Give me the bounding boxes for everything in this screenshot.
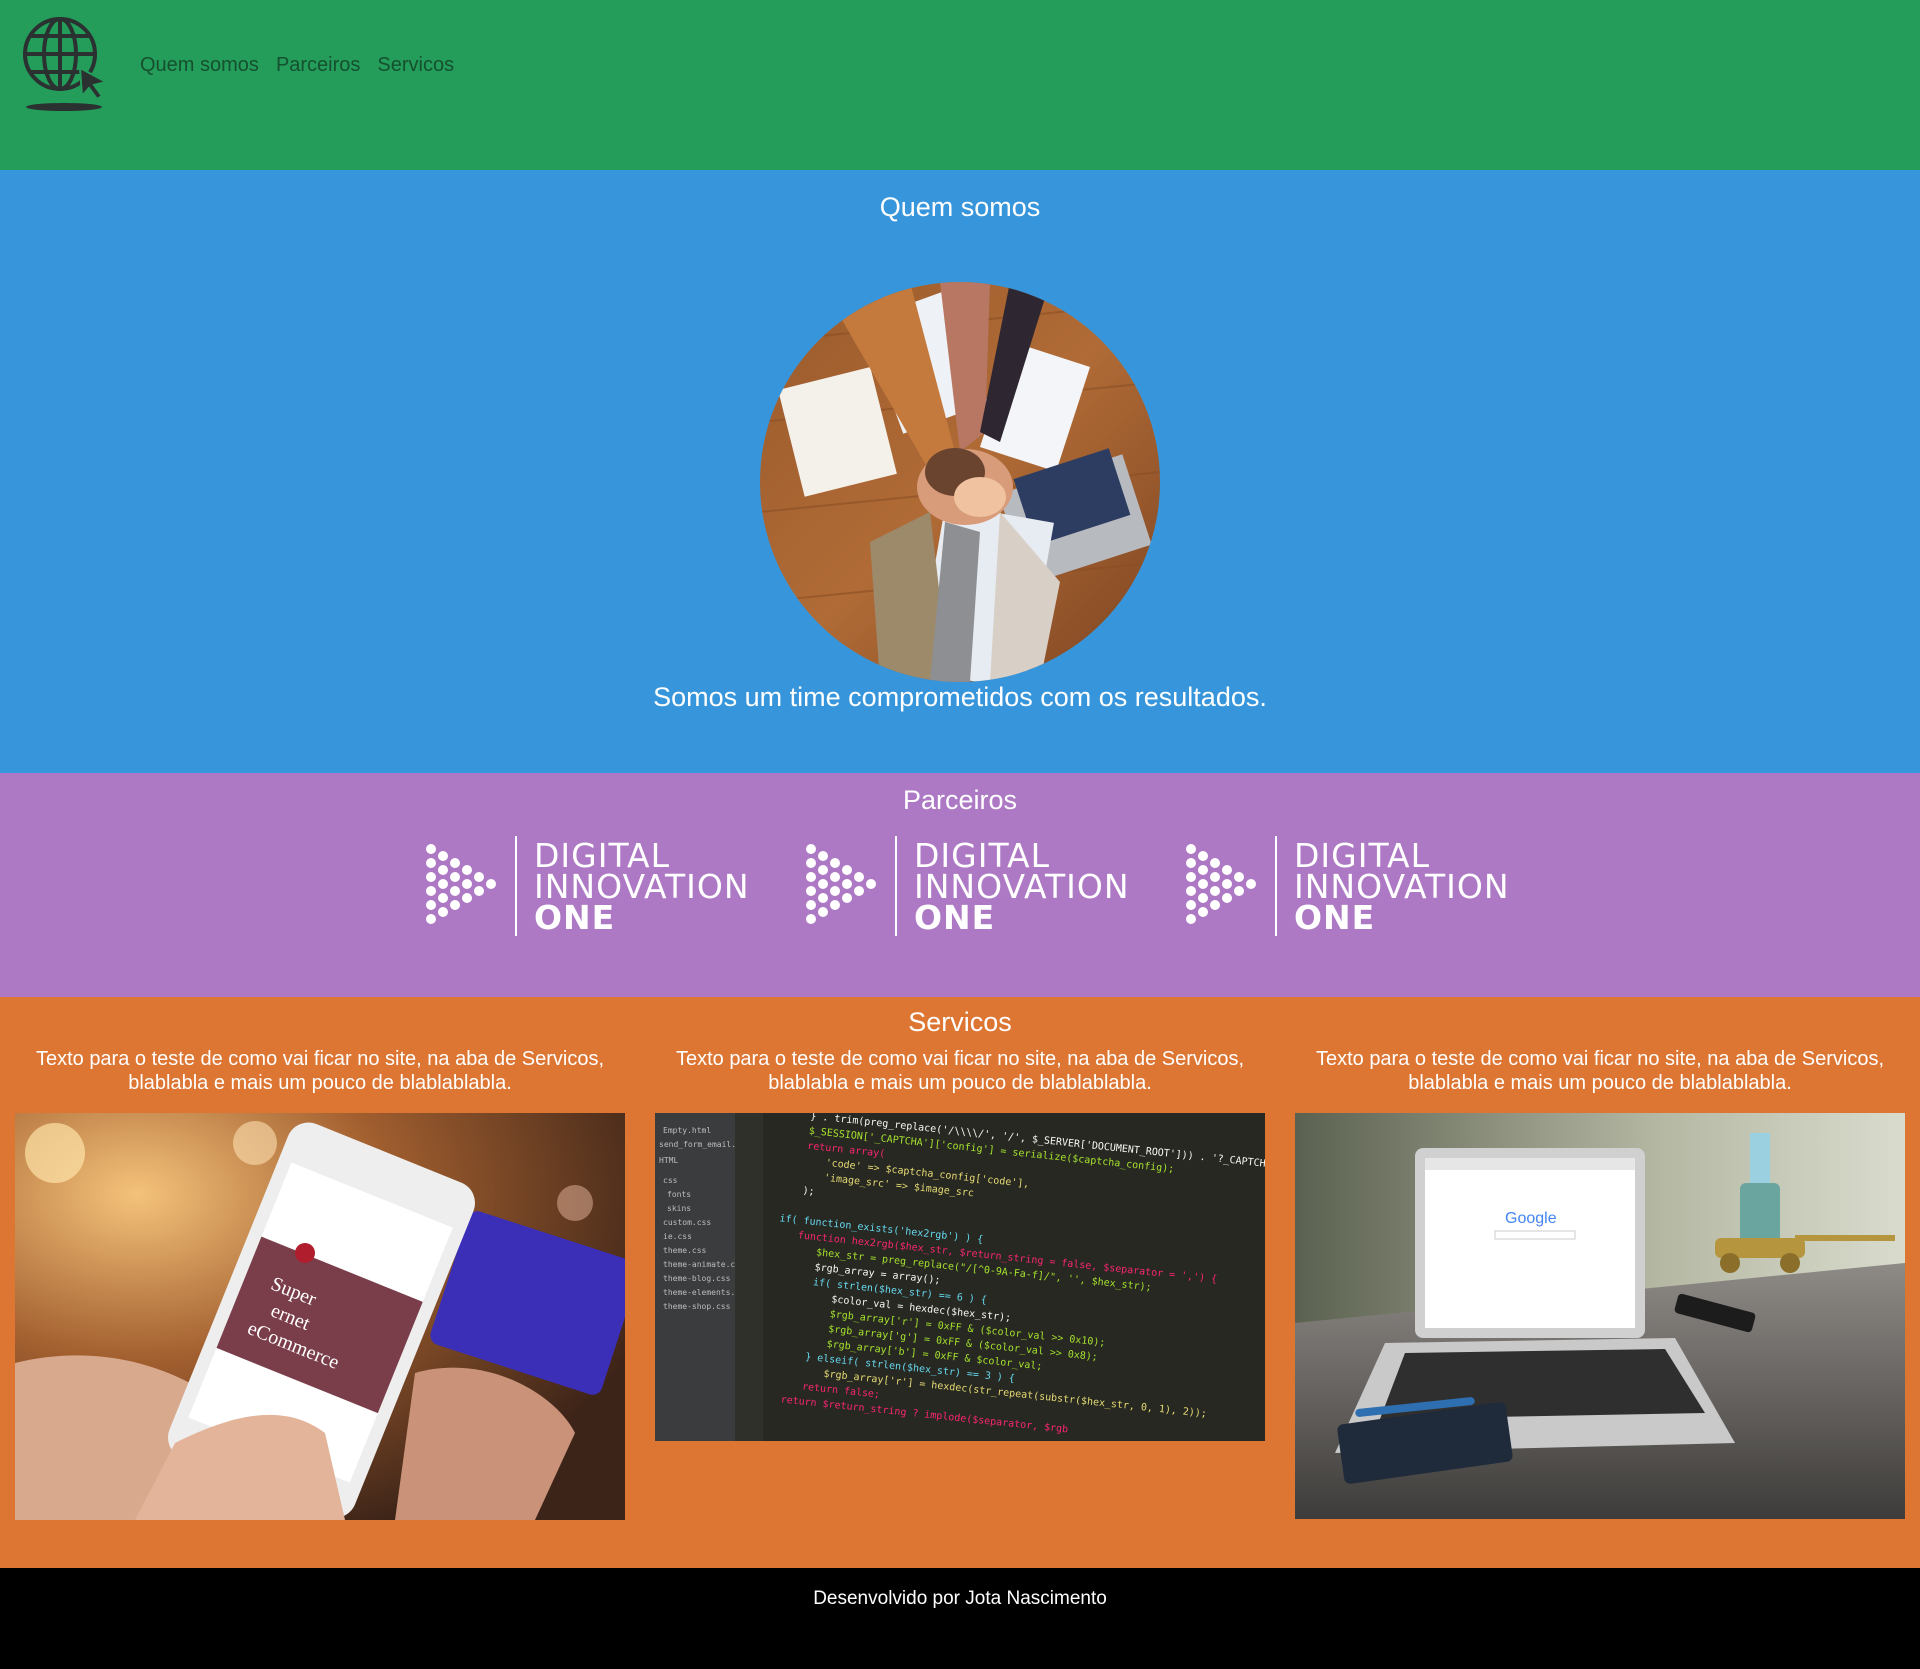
servico-card: Texto para o teste de como vai ficar no … xyxy=(1295,1047,1905,1519)
svg-text:theme-animate.css: theme-animate.css xyxy=(663,1260,745,1269)
servico-text: Texto para o teste de como vai ficar no … xyxy=(675,1048,1245,1094)
svg-text:theme-shop.css: theme-shop.css xyxy=(663,1302,731,1311)
footer-credit: Desenvolvido por Jota Nascimento xyxy=(813,1588,1107,1609)
play-dots-icon xyxy=(1186,844,1256,924)
play-dots-icon xyxy=(426,844,496,924)
quem-somos-title: Quem somos xyxy=(879,192,1041,222)
laptop-desk-photo: Google xyxy=(1295,1113,1905,1519)
servico-text: Texto para o teste de como vai ficar no … xyxy=(1315,1048,1885,1094)
svg-text:theme-blog.css: theme-blog.css xyxy=(663,1274,731,1283)
servico-card: Texto para o teste de como vai ficar no … xyxy=(655,1047,1265,1441)
parceiros-title: Parceiros xyxy=(902,785,1018,815)
svg-text:HTML: HTML xyxy=(659,1156,678,1165)
svg-text:skins: skins xyxy=(667,1204,691,1213)
partner-logo-line3: ONE xyxy=(1294,898,1376,937)
partner-logo[interactable]: DIGITAL INNOVATION ONE xyxy=(1185,836,1509,940)
quem-somos-tagline: Somos um time comprometidos com os resul… xyxy=(653,682,1267,712)
svg-text:custom.css: custom.css xyxy=(663,1218,711,1227)
partner-logo[interactable]: DIGITAL INNOVATION ONE xyxy=(805,836,1129,940)
main-nav: Quem somos Parceiros Servicos xyxy=(140,53,454,77)
globe-cursor-icon[interactable] xyxy=(22,16,110,112)
svg-text:Google: Google xyxy=(1505,1210,1557,1227)
svg-text:);: ); xyxy=(802,1186,815,1198)
parceiros-section: Parceiros DIGITAL INNOVATION ONE DIGITAL… xyxy=(0,773,1920,997)
nav-link-servicos[interactable]: Servicos xyxy=(377,53,454,77)
play-dots-icon xyxy=(806,844,876,924)
svg-text:Empty.html: Empty.html xyxy=(663,1126,711,1135)
team-hands-photo xyxy=(760,282,1160,682)
site-footer: Desenvolvido por Jota Nascimento xyxy=(0,1568,1920,1669)
servicos-title: Servicos xyxy=(908,1007,1012,1037)
quem-somos-section: Quem somos Somos um time comprometidos c… xyxy=(0,170,1920,773)
partner-logo[interactable]: DIGITAL INNOVATION ONE xyxy=(425,836,749,940)
code-editor-photo: Empty.html send_form_email.php HTML css … xyxy=(655,1113,1265,1441)
nav-link-parceiros[interactable]: Parceiros xyxy=(276,53,360,77)
servicos-section: Servicos Texto para o teste de como vai … xyxy=(0,997,1920,1568)
nav-link-quem-somos[interactable]: Quem somos xyxy=(140,53,259,77)
partner-logo-line3: ONE xyxy=(914,898,996,937)
svg-text:theme.css: theme.css xyxy=(663,1246,707,1255)
smartphone-ecommerce-photo: Super ernet eCommerce xyxy=(15,1113,625,1520)
partner-logo-line3: ONE xyxy=(534,898,616,937)
svg-text:css: css xyxy=(663,1176,678,1185)
servico-card: Texto para o teste de como vai ficar no … xyxy=(15,1047,625,1520)
site-header: Quem somos Parceiros Servicos xyxy=(0,0,1920,170)
svg-text:fonts: fonts xyxy=(667,1190,691,1199)
servico-text: Texto para o teste de como vai ficar no … xyxy=(35,1048,605,1094)
svg-text:ie.css: ie.css xyxy=(663,1232,692,1241)
